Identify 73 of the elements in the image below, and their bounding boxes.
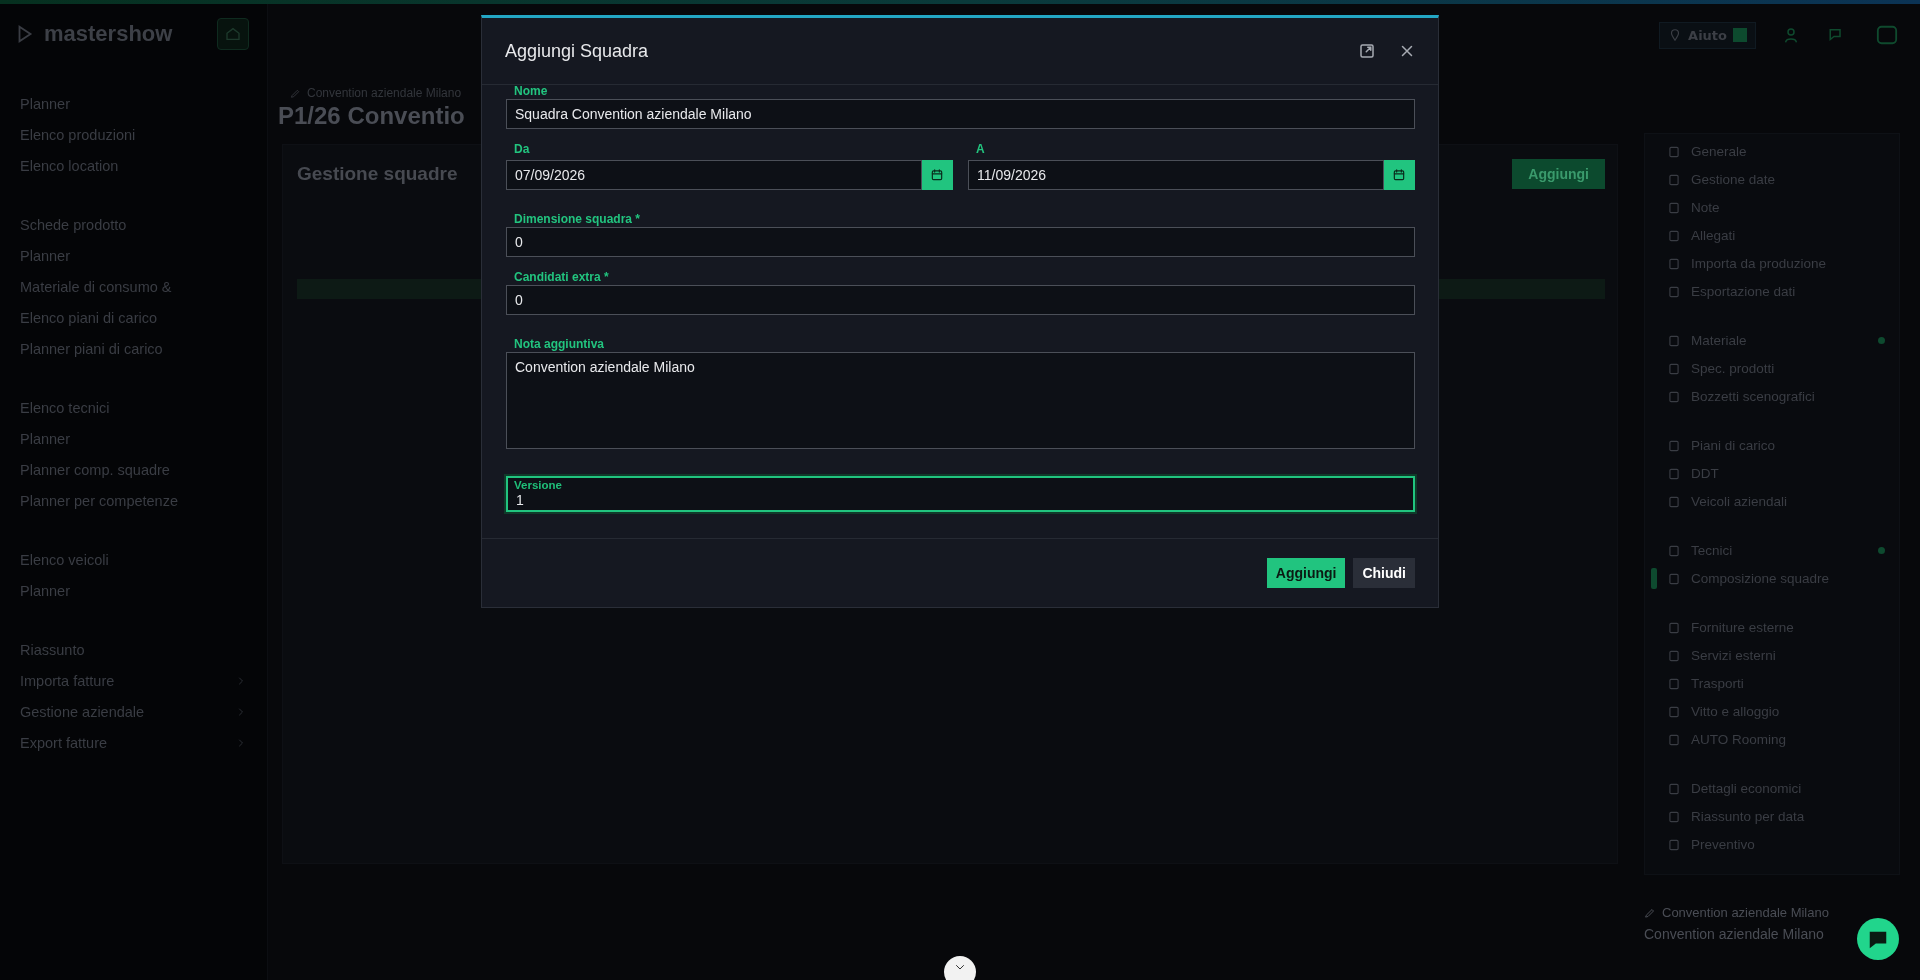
date-field[interactable]: 11/09/2026	[968, 160, 1384, 190]
document-icon	[1667, 494, 1681, 509]
document-icon	[1667, 256, 1681, 271]
home-icon	[225, 26, 241, 42]
document-icon	[1667, 781, 1681, 796]
document-icon	[1667, 732, 1681, 747]
document-icon	[1667, 389, 1681, 404]
sidebar-item[interactable]: Planner piani di carico	[20, 339, 247, 358]
field-label: A	[975, 142, 986, 157]
sidebar-item[interactable]: Planner	[20, 581, 247, 600]
section-title: Gestione squadre	[297, 163, 458, 185]
sidebar-item[interactable]: Elenco piani di carico	[20, 308, 247, 327]
document-icon	[1667, 466, 1681, 481]
input-field[interactable]: Squadra Convention aziendale Milano	[506, 99, 1415, 129]
close-button[interactable]: Chiudi	[1353, 558, 1415, 588]
footer-subtitle: Convention aziendale Milano	[1662, 905, 1829, 920]
document-icon	[1667, 571, 1681, 586]
expand-icon	[1358, 42, 1376, 60]
note-field[interactable]: Convention aziendale Milano	[506, 352, 1415, 449]
document-icon	[1667, 361, 1681, 376]
sidebar-item[interactable]: Elenco veicoli	[20, 550, 247, 569]
sidebar-item[interactable]: Planner	[20, 246, 247, 265]
input-field[interactable]: 0	[506, 285, 1415, 315]
document-icon	[1667, 333, 1681, 348]
document-icon	[1667, 543, 1681, 558]
sidebar-item[interactable]: Elenco tecnici	[20, 398, 247, 417]
sidebar-item[interactable]: Materiale di consumo &	[20, 277, 247, 296]
chat-button[interactable]	[1857, 918, 1899, 960]
document-icon	[1667, 228, 1681, 243]
document-icon	[1667, 284, 1681, 299]
scroll-down-button[interactable]	[944, 956, 976, 980]
document-icon	[1667, 172, 1681, 187]
input-field[interactable]: 0	[506, 227, 1415, 257]
field-label: Candidati extra *	[513, 270, 610, 285]
document-icon	[1667, 438, 1681, 453]
document-icon	[1667, 704, 1681, 719]
add-button[interactable]: Aggiungi	[1512, 159, 1605, 189]
document-icon	[1667, 676, 1681, 691]
document-icon	[1667, 809, 1681, 824]
field-label: Dimensione squadra *	[513, 212, 642, 227]
date-field[interactable]: 07/09/2026	[506, 160, 922, 190]
brand-name: mastershow	[44, 21, 173, 47]
sidebar-item[interactable]: Export fatture	[20, 733, 247, 752]
calendar-button[interactable]	[1383, 160, 1415, 190]
calendar-icon	[930, 168, 945, 182]
calendar-icon	[1392, 168, 1407, 182]
document-icon	[1667, 620, 1681, 635]
sidebar-item[interactable]: Gestione aziendale	[20, 702, 247, 721]
calendar-button[interactable]	[921, 160, 953, 190]
pencil-icon	[1644, 906, 1656, 919]
dialog-title: Aggiungi Squadra	[505, 40, 650, 62]
sidebar-item[interactable]: Planner per competenze	[20, 491, 247, 510]
sidebar-item[interactable]: Riassunto	[20, 640, 247, 659]
sidebar-item[interactable]: Importa fatture	[20, 671, 247, 690]
document-icon	[1667, 144, 1681, 159]
field-label: Da	[513, 142, 531, 157]
sidebar-item[interactable]: Planner	[20, 429, 247, 448]
pencil-icon	[290, 87, 301, 99]
production-title: P1/26 Conventio	[278, 102, 465, 130]
expand-button[interactable]	[1358, 42, 1376, 60]
document-icon	[1667, 837, 1681, 852]
sidebar-item[interactable]: Elenco produzioni	[20, 125, 247, 144]
field-label: Nota aggiuntiva	[513, 337, 605, 352]
sidebar-item[interactable]: Planner comp. squadre	[20, 460, 247, 479]
add-button[interactable]: Aggiungi	[1266, 558, 1346, 588]
document-icon	[1667, 648, 1681, 663]
footer-title: Convention aziendale Milano	[1644, 926, 1824, 942]
document-icon	[1667, 200, 1681, 215]
field-label: Versione	[513, 479, 562, 492]
sidebar-item[interactable]: Schede prodotto	[20, 215, 247, 234]
field-label: Nome	[513, 84, 549, 99]
sidebar-item[interactable]: Planner	[20, 94, 247, 113]
sidebar-item[interactable]: Elenco location	[20, 156, 247, 175]
